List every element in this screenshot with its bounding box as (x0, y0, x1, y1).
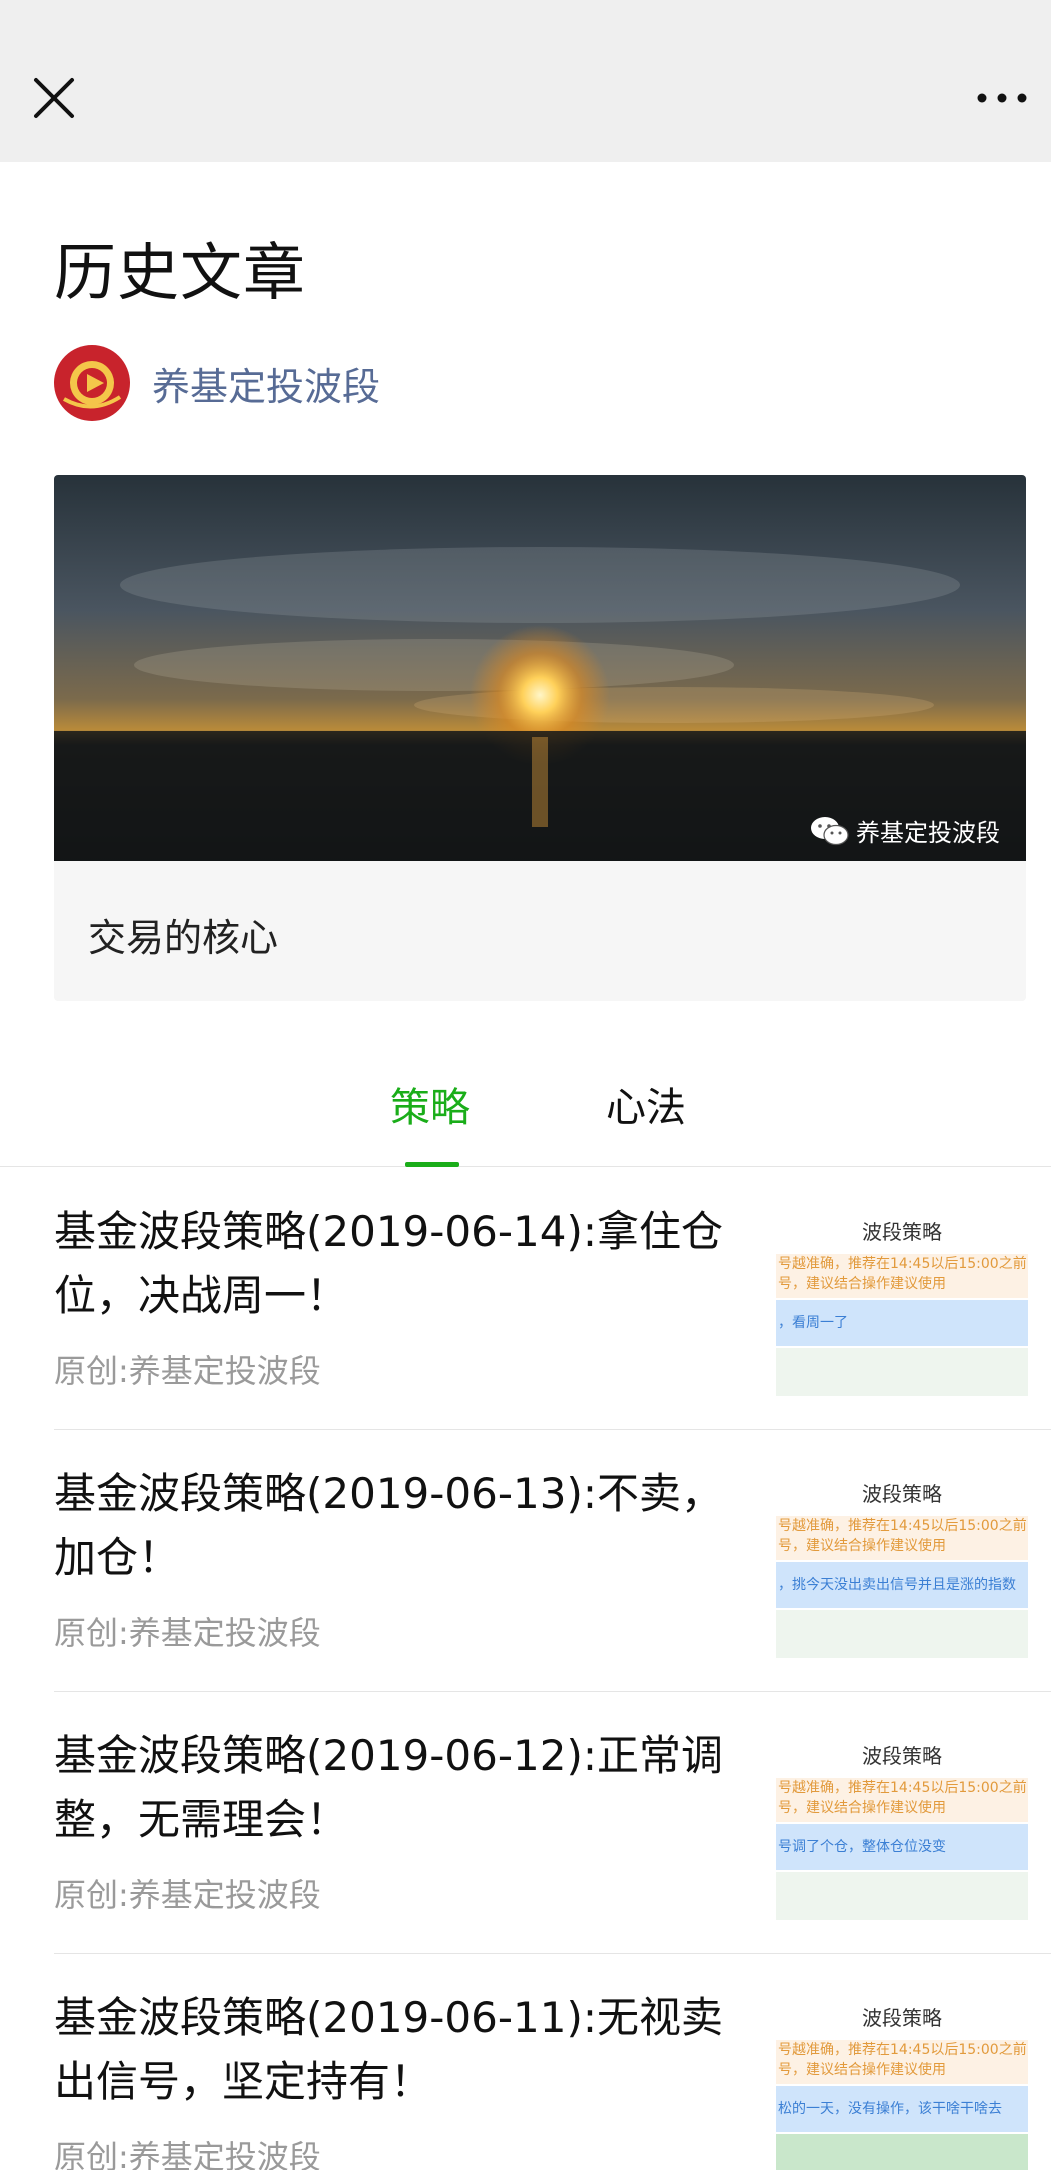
article-author: 原创:养基定投波段 (54, 1876, 321, 1914)
active-tab-indicator (405, 1162, 459, 1167)
list-item[interactable]: 基金波段策略(2019-06-13):不卖，加仓！ 原创:养基定投波段 波段策略… (54, 1430, 1051, 1692)
account-row[interactable]: 养基定投波段 (54, 345, 380, 421)
top-bar (0, 0, 1051, 162)
article-thumbnail[interactable]: 波段策略 号越准确，推荐在14:45以后15:00之前 号，建议结合操作建议使用… (776, 1472, 1028, 1662)
close-icon[interactable] (28, 72, 80, 124)
thumbnail-line: 号越准确，推荐在14:45以后15:00之前 (778, 1256, 1027, 1272)
thumbnail-notice: 号越准确，推荐在14:45以后15:00之前 号，建议结合操作建议使用 (776, 2040, 1028, 2084)
thumbnail-line: ，看周一了 (778, 1315, 848, 1331)
article-thumbnail[interactable]: 波段策略 号越准确，推荐在14:45以后15:00之前 号，建议结合操作建议使用… (776, 1996, 1028, 2170)
thumbnail-heading: 波段策略 (862, 1482, 942, 1506)
thumbnail-table (776, 1348, 1028, 1396)
thumbnail-heading: 波段策略 (862, 1744, 942, 1768)
account-name[interactable]: 养基定投波段 (152, 356, 380, 411)
featured-cover-image (54, 475, 1026, 861)
thumbnail-line: 号，建议结合操作建议使用 (778, 1800, 946, 1816)
featured-article-title[interactable]: 交易的核心 (88, 907, 278, 962)
tab-strategy[interactable]: 策略 (390, 1075, 470, 1133)
thumbnail-line: 号越准确，推荐在14:45以后15:00之前 (778, 1780, 1027, 1796)
thumbnail-notice: 号越准确，推荐在14:45以后15:00之前 号，建议结合操作建议使用 (776, 1254, 1028, 1298)
thumbnail-line: 号，建议结合操作建议使用 (778, 1276, 946, 1292)
thumbnail-line: 号越准确，推荐在14:45以后15:00之前 (778, 1518, 1027, 1534)
page-title: 历史文章 (54, 236, 307, 309)
list-item[interactable]: 基金波段策略(2019-06-12):正常调整，无需理会！ 原创:养基定投波段 … (54, 1692, 1051, 1954)
thumbnail-table (776, 2134, 1028, 2170)
thumbnail-notice: 号越准确，推荐在14:45以后15:00之前 号，建议结合操作建议使用 (776, 1778, 1028, 1822)
article-title[interactable]: 基金波段策略(2019-06-13):不卖，加仓！ (54, 1462, 754, 1590)
more-icon[interactable] (972, 80, 1032, 116)
watermark-text: 养基定投波段 (856, 819, 1000, 847)
thumbnail-notice: 号越准确，推荐在14:45以后15:00之前 号，建议结合操作建议使用 (776, 1516, 1028, 1560)
article-list: 基金波段策略(2019-06-14):拿住仓位，决战周一！ 原创:养基定投波段 … (0, 1168, 1051, 2170)
thumbnail-summary: ，看周一了 (776, 1300, 1028, 1346)
list-item[interactable]: 基金波段策略(2019-06-11):无视卖出信号，坚定持有！ 原创:养基定投波… (54, 1954, 1051, 2170)
category-tabs: 策略 心法 (0, 1040, 1051, 1167)
article-author: 原创:养基定投波段 (54, 1352, 321, 1390)
article-title[interactable]: 基金波段策略(2019-06-11):无视卖出信号，坚定持有！ (54, 1986, 754, 2114)
article-thumbnail[interactable]: 波段策略 号越准确，推荐在14:45以后15:00之前 号，建议结合操作建议使用… (776, 1210, 1028, 1400)
thumbnail-summary: 松的一天，没有操作，该干啥干啥去 (776, 2086, 1028, 2132)
thumbnail-summary: ，挑今天没出卖出信号并且是涨的指数 (776, 1562, 1028, 1608)
thumbnail-table (776, 1610, 1028, 1658)
featured-article-card[interactable]: 养基定投波段 交易的核心 (54, 475, 1026, 1001)
article-author: 原创:养基定投波段 (54, 1614, 321, 1652)
thumbnail-heading: 波段策略 (862, 1220, 942, 1244)
thumbnail-line: 号越准确，推荐在14:45以后15:00之前 (778, 2042, 1027, 2058)
thumbnail-summary: 号调了个仓，整体仓位没变 (776, 1824, 1028, 1870)
article-author: 原创:养基定投波段 (54, 2138, 321, 2170)
thumbnail-table (776, 1872, 1028, 1920)
thumbnail-line: 号调了个仓，整体仓位没变 (778, 1839, 946, 1855)
cover-watermark: 养基定投波段 (810, 813, 1000, 848)
thumbnail-line: 号，建议结合操作建议使用 (778, 2062, 946, 2078)
article-title[interactable]: 基金波段策略(2019-06-12):正常调整，无需理会！ (54, 1724, 754, 1852)
thumbnail-line: 松的一天，没有操作，该干啥干啥去 (778, 2101, 1002, 2117)
article-title[interactable]: 基金波段策略(2019-06-14):拿住仓位，决战周一！ (54, 1200, 754, 1328)
thumbnail-heading: 波段策略 (862, 2006, 942, 2030)
account-logo-icon[interactable] (54, 345, 130, 421)
tab-mindset[interactable]: 心法 (606, 1075, 686, 1133)
thumbnail-line: 号，建议结合操作建议使用 (778, 1538, 946, 1554)
wechat-icon (811, 816, 849, 845)
article-thumbnail[interactable]: 波段策略 号越准确，推荐在14:45以后15:00之前 号，建议结合操作建议使用… (776, 1734, 1028, 1924)
thumbnail-line: ，挑今天没出卖出信号并且是涨的指数 (778, 1577, 1016, 1593)
list-item[interactable]: 基金波段策略(2019-06-14):拿住仓位，决战周一！ 原创:养基定投波段 … (54, 1168, 1051, 1430)
